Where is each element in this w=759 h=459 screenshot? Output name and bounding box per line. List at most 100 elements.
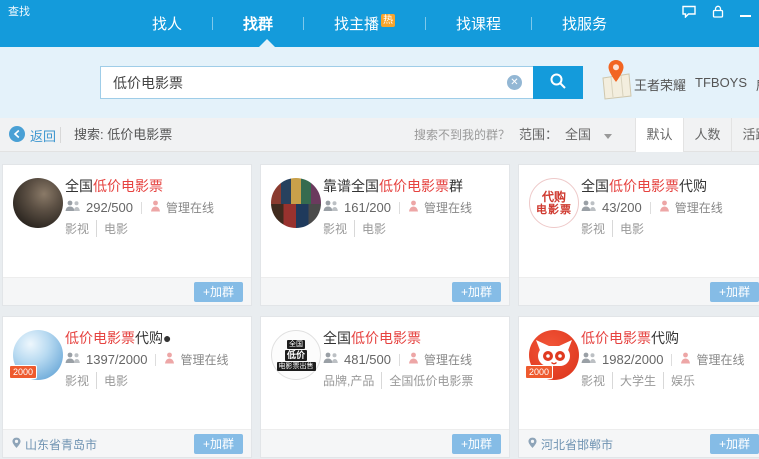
group-card[interactable]: 全国低价电影票 292/500 管理在线 影视 电影 +加群	[2, 164, 252, 306]
scope-label: 范围：	[519, 118, 558, 152]
search-input[interactable]	[100, 66, 533, 99]
group-stats: 161/200 管理在线	[323, 199, 472, 216]
join-group-button[interactable]: +加群	[194, 434, 243, 454]
hot-keyword[interactable]: TFBOYS	[695, 75, 747, 94]
admin-status: 管理在线	[696, 351, 744, 368]
back-button[interactable]: 返回	[9, 118, 56, 152]
tag: 大学生	[612, 372, 663, 389]
admin-status: 管理在线	[180, 351, 228, 368]
group-tags: 影视 电影	[323, 220, 393, 237]
group-stats: 1982/2000 管理在线	[581, 351, 744, 368]
member-count: 1982/2000	[602, 352, 663, 367]
join-group-button[interactable]: +加群	[710, 282, 759, 302]
join-group-button[interactable]: +加群	[710, 434, 759, 454]
divider	[671, 354, 672, 366]
tag: 电影	[354, 220, 393, 237]
member-count: 161/200	[344, 200, 391, 215]
tag: 影视	[323, 220, 354, 237]
card-footer: +加群	[261, 429, 509, 457]
sort-tab-members[interactable]: 人数	[683, 118, 731, 152]
tab-find-streamers[interactable]: 找主播热	[304, 13, 425, 34]
members-icon	[323, 200, 339, 215]
members-icon	[581, 200, 597, 215]
cant-find-group-link[interactable]: 搜索不到我的群？	[414, 118, 510, 152]
tab-find-people[interactable]: 找人	[122, 13, 212, 34]
tag: 影视	[65, 372, 96, 389]
map-location-icon	[599, 58, 633, 105]
group-title: 低价电影票代购●	[65, 328, 171, 348]
back-label: 返回	[30, 126, 56, 145]
member-count: 43/200	[602, 200, 642, 215]
admin-status: 管理在线	[424, 199, 472, 216]
group-avatar-movie-posters	[271, 178, 321, 228]
member-count: 292/500	[86, 200, 133, 215]
search-results-grid: 全国低价电影票 292/500 管理在线 影视 电影 +加群 靠谱全国低价电影票…	[0, 152, 759, 459]
join-group-button[interactable]: +加群	[452, 434, 501, 454]
group-card[interactable]: 2000 低价电影票代购● 1397/2000 管理在线 影视 电影 山东省青岛…	[2, 316, 252, 458]
group-card[interactable]: 全国 低价 电影票出售 全国低价电影票 481/500 管理在线 品牌,产品 全…	[260, 316, 510, 458]
group-tags: 品牌,产品 全国低价电影票	[323, 372, 480, 389]
group-stats: 1397/2000 管理在线	[65, 351, 228, 368]
tab-find-services[interactable]: 找服务	[532, 13, 637, 34]
card-footer: +加群	[519, 277, 759, 305]
group-avatar-red-cat: 2000	[529, 330, 579, 380]
back-icon	[9, 126, 25, 145]
group-card[interactable]: 靠谱全国低价电影票群 161/200 管理在线 影视 电影 +加群	[260, 164, 510, 306]
member-count: 1397/2000	[86, 352, 147, 367]
tag: 全国低价电影票	[381, 372, 480, 389]
group-avatar-text-logo: 全国 低价 电影票出售	[271, 330, 321, 380]
group-card[interactable]: 代购 电影票 全国低价电影票代购 43/200 管理在线 影视 电影 +加群	[518, 164, 759, 306]
top-nav: 找人 找群 找主播热 找课程 找服务	[0, 13, 759, 34]
admin-online-icon	[164, 352, 175, 367]
window-header: 查找 找人 找群 找主播热 找课程 找服务	[0, 0, 759, 47]
card-footer: +加群	[261, 277, 509, 305]
sort-tab-default[interactable]: 默认	[635, 118, 683, 152]
divider	[399, 354, 400, 366]
search-icon	[549, 72, 567, 93]
search-section: ✕ 王者荣耀 TFBOYS 鹿晗	[0, 47, 759, 118]
divider	[60, 127, 61, 143]
location-pin-icon	[528, 437, 537, 452]
search-query-label: 搜索: 低价电影票	[74, 118, 172, 152]
tag: 娱乐	[663, 372, 702, 389]
active-tab-caret	[259, 39, 275, 47]
members-icon	[65, 200, 81, 215]
group-avatar-ticket-text: 代购 电影票	[529, 178, 579, 228]
admin-online-icon	[150, 200, 161, 215]
group-title: 全国低价电影票	[323, 328, 421, 348]
group-tags: 影视 大学生 娱乐	[581, 372, 702, 389]
group-stats: 481/500 管理在线	[323, 351, 472, 368]
tag: 电影	[612, 220, 651, 237]
admin-online-icon	[680, 352, 691, 367]
sort-tab-activity[interactable]: 活跃	[731, 118, 759, 152]
divider	[399, 202, 400, 214]
scope-dropdown[interactable]: 全国	[565, 118, 612, 152]
tag: 电影	[96, 372, 135, 389]
group-location: 山东省青岛市	[12, 430, 97, 458]
group-avatar-film-clapper	[13, 178, 63, 228]
card-footer: 河北省邯郸市 +加群	[519, 429, 759, 457]
member-capacity-badge: 2000	[525, 365, 553, 379]
sort-tabs: 默认 人数 活跃	[635, 118, 759, 152]
tab-find-courses[interactable]: 找课程	[426, 13, 531, 34]
group-card[interactable]: 2000 低价电影票代购 1982/2000 管理在线 影视 大学生 娱乐 河北…	[518, 316, 759, 458]
admin-status: 管理在线	[424, 351, 472, 368]
search-button[interactable]	[533, 66, 583, 99]
tag: 品牌,产品	[323, 372, 381, 389]
tag: 影视	[581, 372, 612, 389]
members-icon	[323, 352, 339, 367]
tab-find-groups[interactable]: 找群	[213, 13, 303, 34]
tag: 电影	[96, 220, 135, 237]
admin-online-icon	[408, 200, 419, 215]
hot-keyword[interactable]: 王者荣耀	[634, 75, 686, 94]
join-group-button[interactable]: +加群	[194, 282, 243, 302]
chevron-down-icon	[604, 134, 612, 139]
admin-online-icon	[659, 200, 670, 215]
member-count: 481/500	[344, 352, 391, 367]
hot-badge: 热	[381, 14, 395, 27]
group-tags: 影视 电影	[65, 372, 135, 389]
clear-search-icon[interactable]: ✕	[507, 75, 522, 90]
scope-value: 全国	[565, 118, 591, 152]
hot-keywords: 王者荣耀 TFBOYS 鹿晗	[634, 75, 759, 94]
join-group-button[interactable]: +加群	[452, 282, 501, 302]
